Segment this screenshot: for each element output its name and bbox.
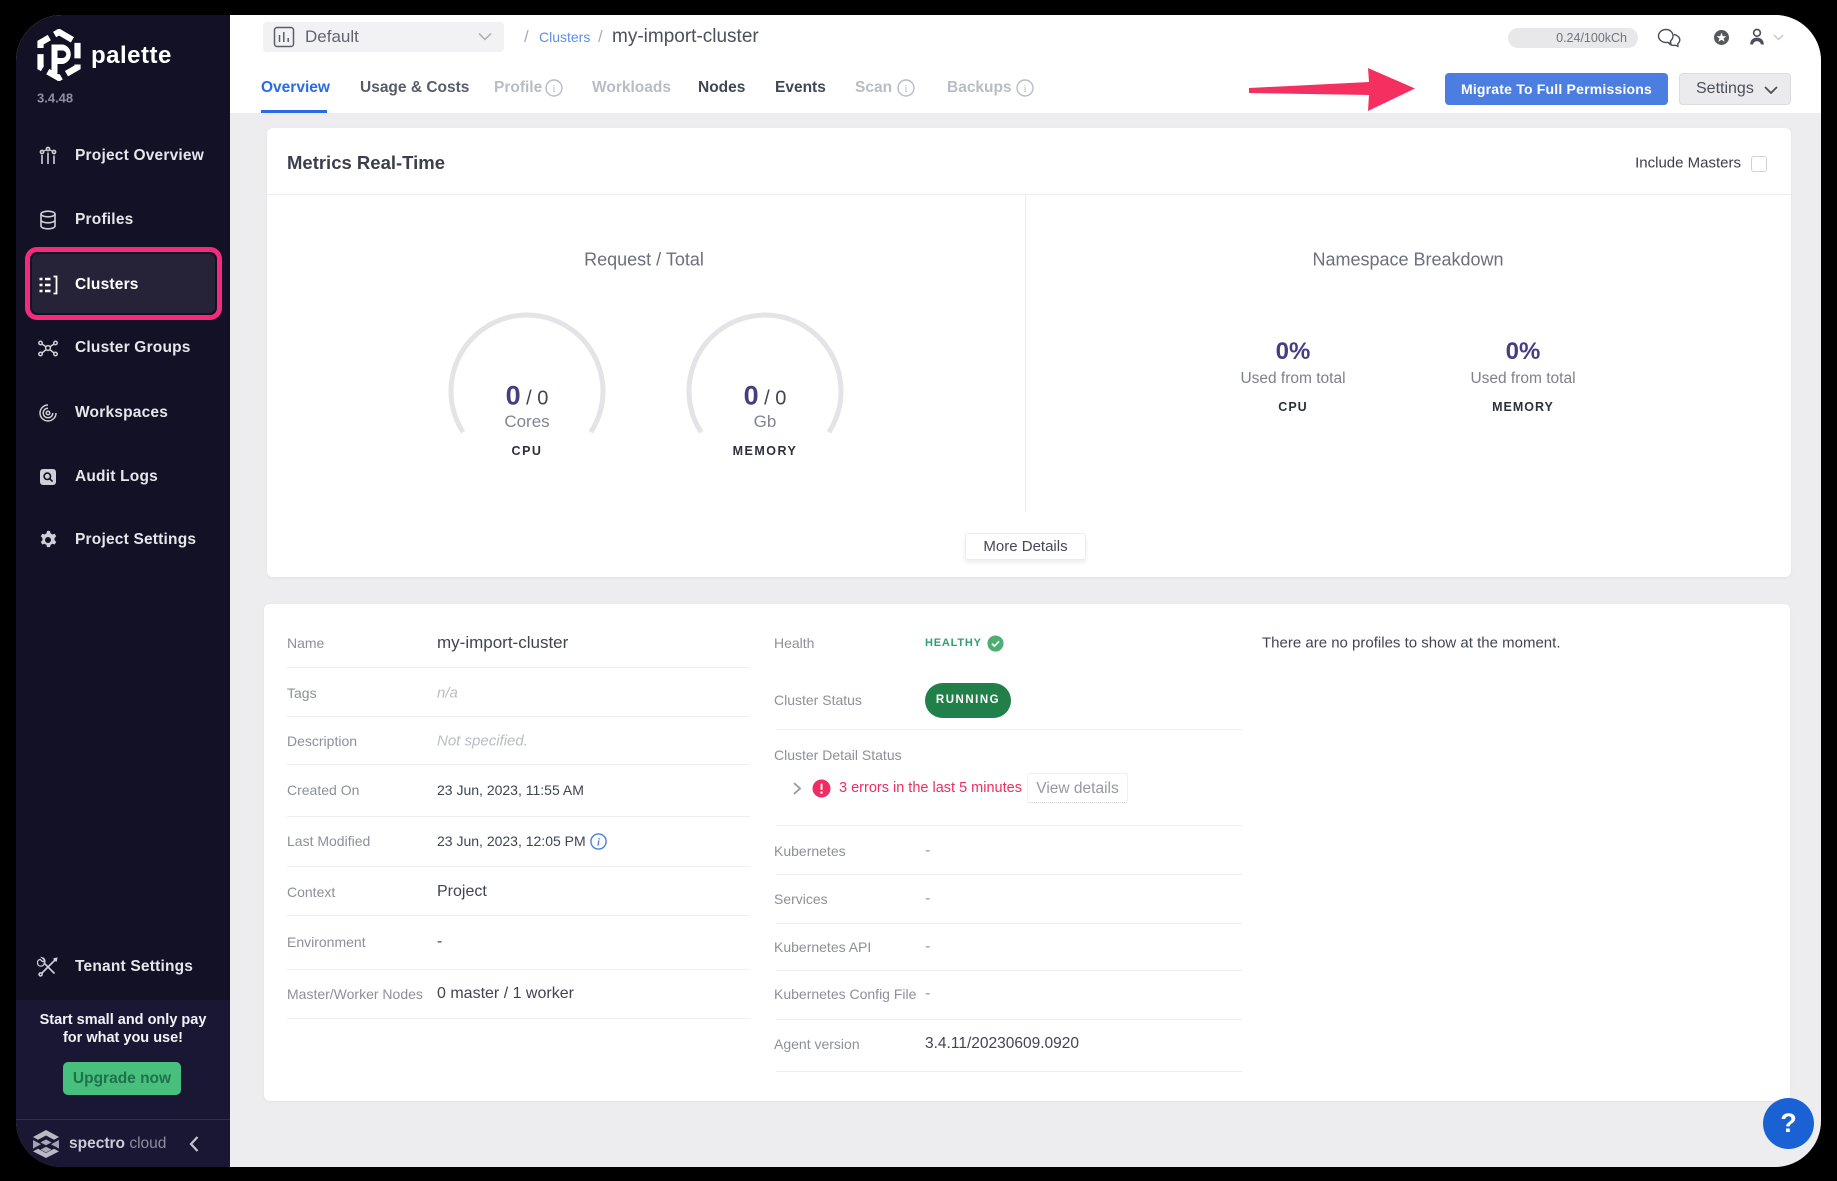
svg-text:i: i [552,83,555,95]
svg-text:i: i [597,837,600,848]
svg-text:i: i [904,83,907,95]
svg-text:i: i [1023,83,1026,95]
